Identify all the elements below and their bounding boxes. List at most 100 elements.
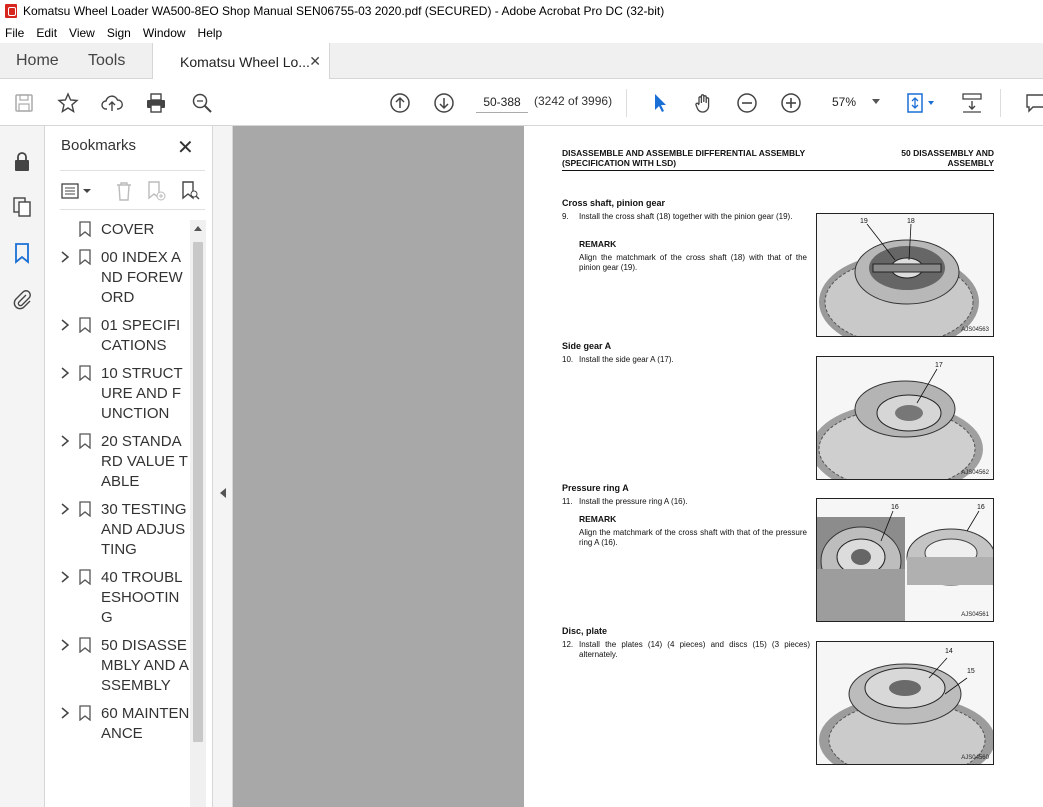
left-rail bbox=[0, 126, 45, 807]
bookmark-item[interactable]: 60 MAINTENANCE bbox=[60, 702, 190, 744]
bookmark-item[interactable]: 40 TROUBLESHOOTING bbox=[60, 566, 190, 628]
step-number: 9. bbox=[562, 212, 569, 221]
bookmarks-scrollbar[interactable] bbox=[190, 220, 206, 807]
page-number-input[interactable]: 50-388 bbox=[476, 91, 528, 113]
pages-thumbnail-icon[interactable] bbox=[11, 196, 33, 218]
zoom-search-icon[interactable] bbox=[190, 91, 214, 115]
bookmark-search-icon[interactable] bbox=[178, 179, 202, 203]
figure-code: AJS04560 bbox=[961, 755, 989, 761]
chevron-right-icon[interactable] bbox=[60, 250, 70, 264]
step: 12. Install the plates (14) (4 pieces) a… bbox=[562, 640, 810, 660]
figure-pressure-ring: 16 16 AJS04561 bbox=[816, 498, 994, 622]
tab-close-icon[interactable]: ✕ bbox=[309, 53, 321, 70]
scrollbar-thumb[interactable] bbox=[193, 242, 203, 742]
zoom-level-value: 57% bbox=[832, 95, 857, 109]
bookmark-label: 40 TROUBLESHOOTING bbox=[101, 569, 183, 626]
step-text: Install the pressure ring A (16). bbox=[579, 497, 688, 506]
scroll-mode-icon[interactable] bbox=[960, 91, 984, 115]
zoom-level-select[interactable]: 57% bbox=[826, 91, 884, 113]
bookmark-item[interactable]: 30 TESTING AND ADJUSTING bbox=[60, 498, 190, 560]
chevron-right-icon[interactable] bbox=[60, 706, 70, 720]
header-rule bbox=[562, 170, 994, 171]
document-viewer[interactable]: DISASSEMBLE AND ASSEMBLE DIFFERENTIAL AS… bbox=[233, 126, 1043, 807]
bookmark-item[interactable]: 10 STRUCTURE AND FUNCTION bbox=[60, 362, 190, 424]
upload-cloud-icon[interactable] bbox=[100, 91, 124, 115]
callout-label: 15 bbox=[967, 668, 975, 675]
comment-icon[interactable] bbox=[1024, 91, 1043, 115]
attachment-icon[interactable] bbox=[11, 288, 33, 310]
lock-icon[interactable] bbox=[11, 150, 33, 172]
menu-help[interactable]: Help bbox=[198, 26, 223, 40]
callout-label: 19 bbox=[860, 218, 868, 225]
tab-tools[interactable]: Tools bbox=[88, 43, 125, 79]
bookmark-item[interactable]: 00 INDEX AND FOREWORD bbox=[60, 246, 190, 308]
fit-page-icon[interactable] bbox=[904, 91, 940, 115]
page-count-label: (3242 of 3996) bbox=[534, 94, 613, 108]
bookmarks-title: Bookmarks bbox=[61, 137, 137, 154]
chevron-right-icon[interactable] bbox=[60, 502, 70, 516]
bookmark-label: 20 STANDARD VALUE TABLE bbox=[101, 433, 188, 490]
bookmark-label: 60 MAINTENANCE bbox=[101, 705, 190, 742]
figure-cross-shaft: 19 18 AJS04563 bbox=[816, 213, 994, 337]
chevron-right-icon[interactable] bbox=[60, 318, 70, 332]
collapse-panel-icon[interactable] bbox=[220, 488, 226, 498]
bookmark-options-icon[interactable] bbox=[60, 179, 96, 203]
bookmarks-panel: Bookmarks ✕ COVER 00 INDEX AND FOREWORD 01… bbox=[45, 126, 212, 807]
menu-sign[interactable]: Sign bbox=[107, 26, 131, 40]
bookmark-item[interactable]: 20 STANDARD VALUE TABLE bbox=[60, 430, 190, 492]
remark-label: REMARK bbox=[579, 514, 617, 524]
bookmark-item[interactable]: 50 DISASSEMBLY AND ASSEMBLY bbox=[60, 634, 190, 696]
figure-code: AJS04562 bbox=[961, 470, 989, 476]
bookmark-icon bbox=[79, 365, 91, 381]
bookmark-label: 50 DISASSEMBLY AND ASSEMBLY bbox=[101, 637, 189, 694]
zoom-out-icon[interactable] bbox=[735, 91, 759, 115]
tab-home[interactable]: Home bbox=[16, 43, 59, 79]
next-page-icon[interactable] bbox=[432, 91, 456, 115]
tab-document[interactable]: Komatsu Wheel Lo... ✕ bbox=[152, 43, 330, 80]
menu-window[interactable]: Window bbox=[143, 26, 186, 40]
menu-bar: File Edit View Sign Window Help bbox=[0, 22, 1043, 43]
print-icon[interactable] bbox=[144, 91, 168, 115]
section-title: Side gear A bbox=[562, 341, 612, 351]
bookmark-list: COVER 00 INDEX AND FOREWORD 01 SPECIFICATI… bbox=[60, 218, 190, 807]
new-bookmark-icon[interactable] bbox=[144, 179, 168, 203]
select-cursor-icon[interactable] bbox=[648, 91, 672, 115]
hand-tool-icon[interactable] bbox=[692, 91, 716, 115]
bookmark-panel-icon[interactable] bbox=[11, 242, 33, 264]
bookmark-icon bbox=[79, 317, 91, 333]
bookmark-star-icon[interactable] bbox=[56, 91, 80, 115]
step-number: 11. bbox=[562, 497, 573, 506]
window-title: Komatsu Wheel Loader WA500-8EO Shop Manu… bbox=[23, 4, 665, 18]
section-title: Disc, plate bbox=[562, 626, 608, 636]
chevron-down-icon bbox=[872, 99, 880, 104]
bookmark-label: 01 SPECIFICATIONS bbox=[101, 317, 181, 354]
figure-side-gear: 17 AJS04562 bbox=[816, 356, 994, 480]
step-number: 10. bbox=[562, 355, 574, 364]
close-icon[interactable]: ✕ bbox=[177, 135, 194, 160]
page-header-left: DISASSEMBLE AND ASSEMBLE DIFFERENTIAL AS… bbox=[562, 148, 806, 168]
menu-view[interactable]: View bbox=[69, 26, 95, 40]
zoom-in-icon[interactable] bbox=[779, 91, 803, 115]
save-icon[interactable] bbox=[12, 91, 36, 115]
bookmark-item[interactable]: 01 SPECIFICATIONS bbox=[60, 314, 190, 356]
menu-edit[interactable]: Edit bbox=[36, 26, 57, 40]
previous-page-icon[interactable] bbox=[388, 91, 412, 115]
chevron-right-icon[interactable] bbox=[60, 638, 70, 652]
bookmark-item[interactable]: COVER bbox=[60, 218, 190, 240]
section-title: Cross shaft, pinion gear bbox=[562, 198, 666, 208]
step-number: 12. bbox=[562, 640, 574, 649]
panel-splitter[interactable] bbox=[212, 126, 233, 807]
figure-code: AJS04563 bbox=[961, 327, 989, 333]
figure-disc-plate: 14 15 AJS04560 bbox=[816, 641, 994, 765]
chevron-right-icon[interactable] bbox=[60, 366, 70, 380]
callout-label: 17 bbox=[935, 362, 943, 369]
title-bar: Komatsu Wheel Loader WA500-8EO Shop Manu… bbox=[0, 0, 1043, 22]
chevron-right-icon[interactable] bbox=[60, 434, 70, 448]
scroll-up-icon[interactable] bbox=[194, 226, 202, 231]
section-title: Pressure ring A bbox=[562, 483, 629, 493]
delete-bookmark-icon[interactable] bbox=[112, 179, 136, 203]
chevron-right-icon[interactable] bbox=[60, 570, 70, 584]
callout-label: 16 bbox=[977, 504, 985, 511]
menu-file[interactable]: File bbox=[5, 26, 24, 40]
bookmark-icon bbox=[79, 705, 91, 721]
